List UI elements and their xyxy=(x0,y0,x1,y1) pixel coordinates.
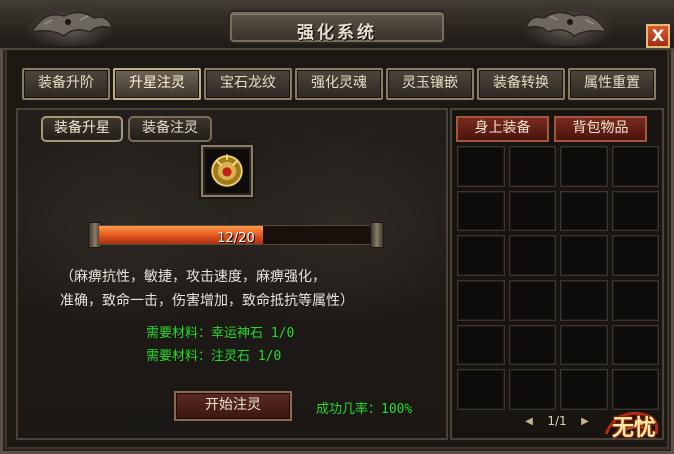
inventory-slot[interactable] xyxy=(457,324,505,366)
material-requirement-infusion-stone: 需要材料：注灵石 1/0 xyxy=(146,349,282,364)
inventory-slot[interactable] xyxy=(457,146,505,187)
golden-amulet-icon xyxy=(211,154,243,187)
next-page-arrow-icon[interactable]: ▶ xyxy=(578,413,592,431)
logo-text: 无忧 xyxy=(611,415,656,441)
prev-page-arrow-icon[interactable]: ◀ xyxy=(522,413,536,431)
tab-star-infusion[interactable]: 升星注灵 xyxy=(113,68,201,100)
inventory-slot[interactable] xyxy=(560,190,608,232)
infusion-progress-bar: 12/20 xyxy=(88,222,384,248)
page-indicator: 1/1 xyxy=(547,414,567,428)
material-requirement-lucky-stone: 需要材料：幸运神石 1/0 xyxy=(146,326,295,341)
game-logo: 无忧 xyxy=(596,404,666,450)
inventory-slot[interactable] xyxy=(508,369,556,410)
inventory-slot[interactable] xyxy=(508,280,556,321)
inventory-slot[interactable] xyxy=(611,190,659,232)
attribute-list-line-2: 准确，致命一击，伤害增加，致命抵抗等属性） xyxy=(60,293,354,309)
tab-equipped-items[interactable]: 身上装备 xyxy=(456,116,549,142)
inventory-slot[interactable] xyxy=(457,369,505,410)
start-infusion-button[interactable]: 开始注灵 xyxy=(174,391,292,421)
window-title: 强化系统 xyxy=(297,23,377,43)
title-bar[interactable]: 强化系统 X xyxy=(0,0,674,50)
inventory-slot[interactable] xyxy=(611,146,659,187)
close-button[interactable]: X xyxy=(646,24,670,48)
dragon-ornament-left-icon xyxy=(24,2,116,46)
inventory-slot[interactable] xyxy=(611,235,659,276)
tab-enhance-soul[interactable]: 强化灵魂 xyxy=(295,68,383,100)
inventory-slot[interactable] xyxy=(508,146,556,187)
tab-attribute-reset[interactable]: 属性重置 xyxy=(568,68,656,100)
inventory-slot[interactable] xyxy=(560,280,608,321)
inventory-slot[interactable] xyxy=(560,324,608,366)
subtab-equipment-infusion[interactable]: 装备注灵 xyxy=(128,116,212,142)
inventory-slot[interactable] xyxy=(457,190,505,232)
subtab-equipment-star-up[interactable]: 装备升星 xyxy=(41,116,123,142)
tab-equipment-convert[interactable]: 装备转换 xyxy=(477,68,565,100)
inventory-slot[interactable] xyxy=(560,146,608,187)
inventory-slot[interactable] xyxy=(508,190,556,232)
inventory-slot[interactable] xyxy=(508,235,556,276)
tab-equipment-upgrade[interactable]: 装备升阶 xyxy=(22,68,110,100)
title-plate: 强化系统 xyxy=(230,12,444,43)
tab-backpack-items[interactable]: 背包物品 xyxy=(554,116,647,142)
inventory-slot[interactable] xyxy=(611,280,659,321)
inventory-slot[interactable] xyxy=(560,235,608,276)
progress-track: 12/20 xyxy=(98,225,374,246)
equipment-slot[interactable] xyxy=(201,145,253,197)
item-grid xyxy=(457,146,659,410)
tab-jade-inlay[interactable]: 灵玉镶嵌 xyxy=(386,68,474,100)
inventory-slot[interactable] xyxy=(457,235,505,276)
inventory-slot[interactable] xyxy=(611,324,659,366)
progress-cap-right xyxy=(370,222,384,248)
success-rate-label: 成功几率：100% xyxy=(316,402,413,417)
inventory-slot[interactable] xyxy=(508,324,556,366)
inventory-slot[interactable] xyxy=(457,280,505,321)
progress-text: 12/20 xyxy=(217,231,255,246)
tab-gem-dragon-pattern[interactable]: 宝石龙纹 xyxy=(204,68,292,100)
pager: ◀ 1/1 ▶ xyxy=(522,413,592,431)
dragon-ornament-right-icon xyxy=(522,2,614,46)
attribute-list-line-1: （麻痹抗性，敏捷，攻击速度，麻痹强化， xyxy=(60,269,326,285)
